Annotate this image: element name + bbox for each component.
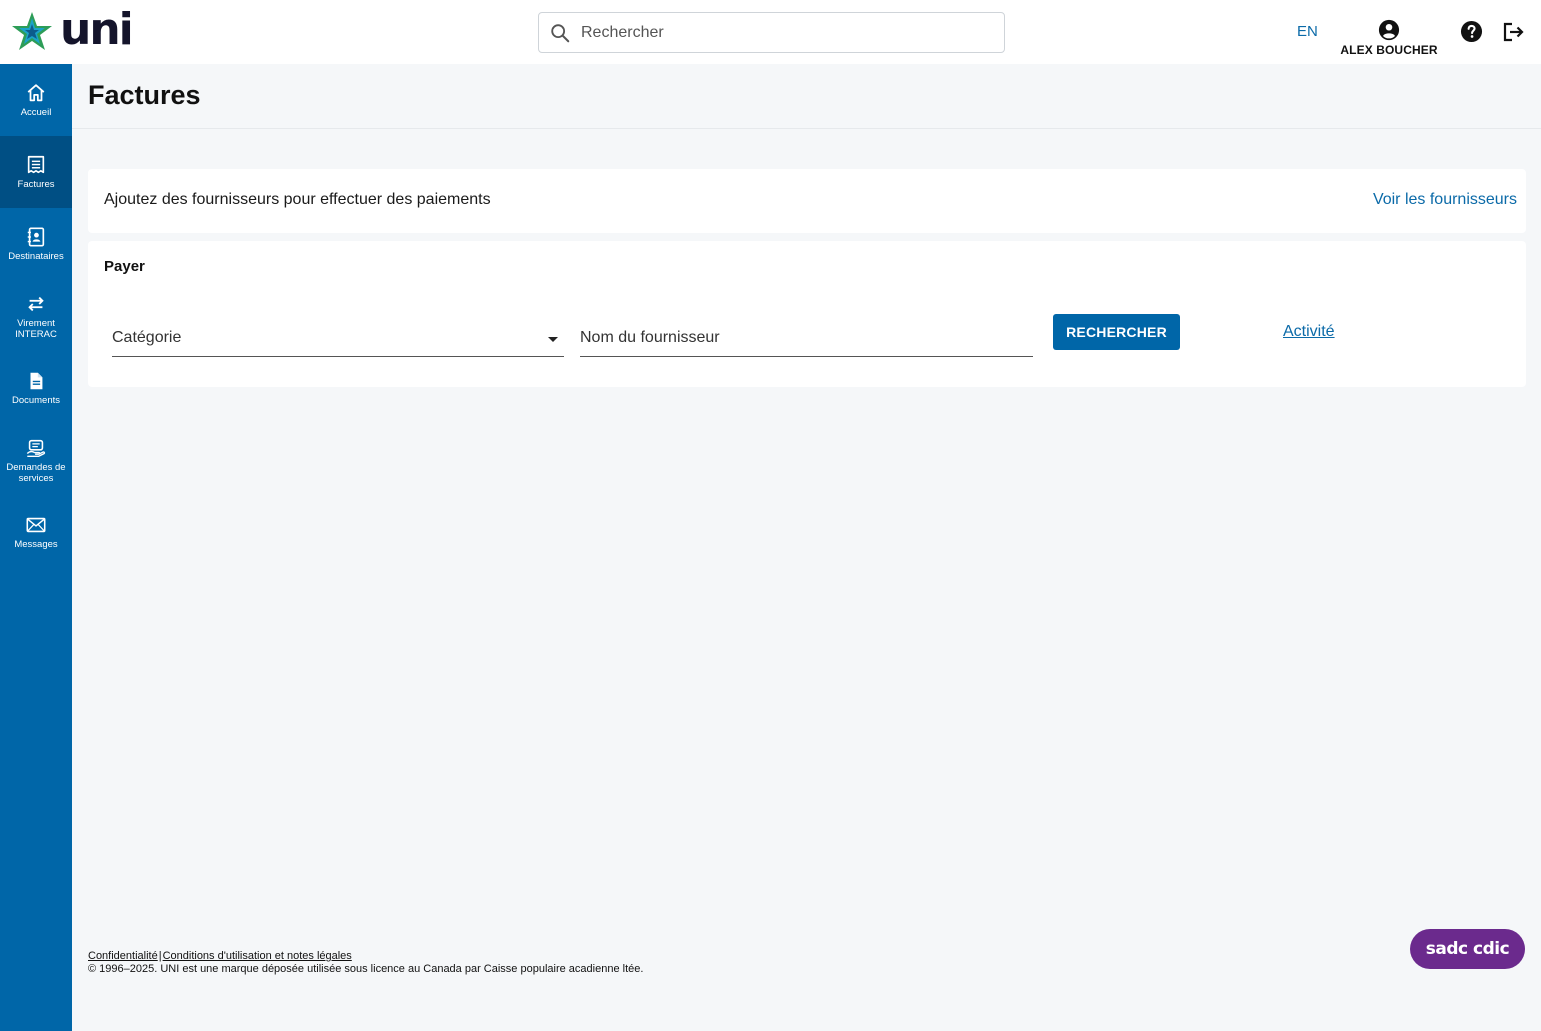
add-suppliers-card: Ajoutez des fournisseurs pour effectuer … <box>88 169 1526 233</box>
footer-separator: | <box>158 950 162 962</box>
supplier-name-input[interactable]: Nom du fournisseur <box>580 327 1033 357</box>
sidebar-item-documents[interactable]: Documents <box>0 352 72 424</box>
sidebar-item-label: Accueil <box>20 107 52 118</box>
add-suppliers-message: Ajoutez des fournisseurs pour effectuer … <box>104 191 491 208</box>
page-title: Factures <box>88 80 201 110</box>
sidebar-item-label: Destinataires <box>8 251 64 262</box>
logo-text: uni <box>60 4 134 55</box>
activity-link[interactable]: Activité <box>1283 323 1335 341</box>
user-menu[interactable]: ALEX BOUCHER <box>1340 19 1438 57</box>
sidebar-item-label: Documents <box>11 395 61 406</box>
title-divider <box>72 128 1541 129</box>
logout-icon[interactable] <box>1501 20 1525 44</box>
sidebar-item-accueil[interactable]: Accueil <box>0 64 72 136</box>
search-icon <box>551 23 570 42</box>
sidebar-item-virement-interac[interactable]: Virement INTERAC <box>0 280 72 352</box>
uni-logo[interactable]: uni <box>8 4 134 55</box>
sidebar-item-messages[interactable]: Messages <box>0 496 72 568</box>
help-icon[interactable] <box>1460 20 1483 43</box>
footer: Confidentialité|Conditions d'utilisation… <box>88 950 643 975</box>
envelope-icon <box>26 517 46 533</box>
pay-title: Payer <box>104 258 145 275</box>
sidebar-item-label: Factures <box>17 179 55 190</box>
view-suppliers-link[interactable]: Voir les fournisseurs <box>1373 191 1517 209</box>
sidebar-item-label: Messages <box>14 539 58 550</box>
search-button[interactable]: RECHERCHER <box>1053 314 1180 350</box>
search-box[interactable] <box>538 12 1005 53</box>
user-name: ALEX BOUCHER <box>1340 43 1438 57</box>
sidebar-item-factures[interactable]: Factures <box>0 136 72 208</box>
pay-card: Payer Catégorie Nom du fournisseur RECHE… <box>88 241 1526 387</box>
receipt-icon <box>27 155 45 174</box>
account-icon <box>1378 19 1400 41</box>
contacts-icon <box>27 227 45 247</box>
category-placeholder: Catégorie <box>112 329 182 346</box>
cdic-badge-text: sadc cdic <box>1425 939 1510 959</box>
privacy-link[interactable]: Confidentialité <box>88 950 158 962</box>
sidebar: Accueil Factures Destinataires Virement <box>0 64 72 1031</box>
copyright-text: © 1996–2025. UNI est une marque déposée … <box>88 963 644 975</box>
top-bar: uni EN ALEX BOUCHER <box>0 0 1541 64</box>
document-icon <box>30 372 43 390</box>
language-toggle[interactable]: EN <box>1297 23 1318 40</box>
service-request-icon <box>26 439 46 457</box>
uni-star-icon <box>12 12 52 50</box>
transfer-icon <box>28 296 44 311</box>
sidebar-item-demandes-services[interactable]: Demandes de services <box>0 424 72 496</box>
sidebar-item-label: Demandes de services <box>6 461 66 484</box>
sidebar-item-destinataires[interactable]: Destinataires <box>0 208 72 280</box>
sidebar-item-label: Virement INTERAC <box>15 317 57 340</box>
category-select[interactable]: Catégorie <box>112 327 564 357</box>
home-icon <box>27 84 45 102</box>
dropdown-caret-icon <box>548 337 558 342</box>
terms-link[interactable]: Conditions d'utilisation et notes légale… <box>163 950 352 962</box>
supplier-name-placeholder: Nom du fournisseur <box>580 329 720 346</box>
cdic-badge[interactable]: sadc cdic <box>1410 929 1525 969</box>
search-input[interactable] <box>581 23 981 42</box>
